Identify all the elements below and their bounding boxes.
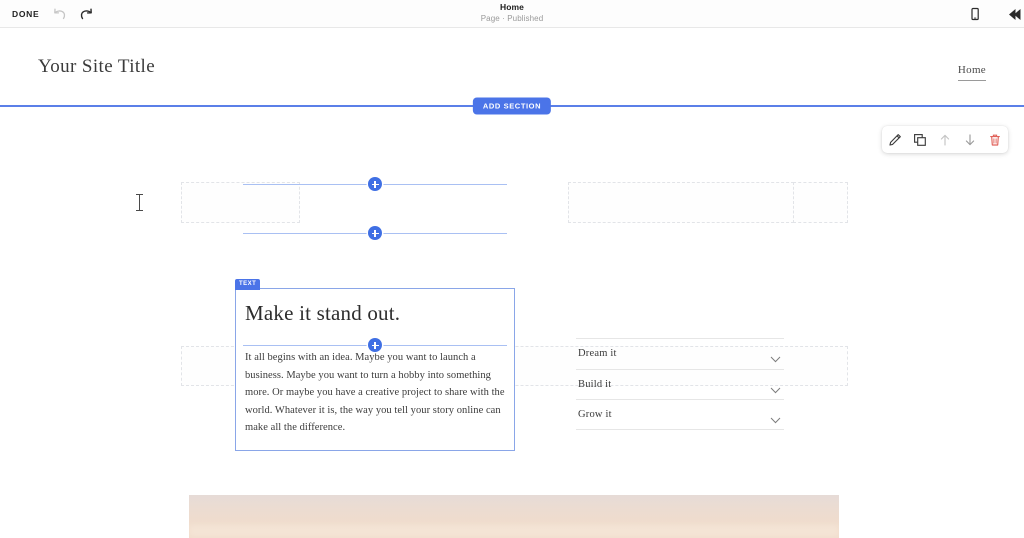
mobile-device-icon[interactable] xyxy=(968,7,982,22)
selected-text-block[interactable]: TEXT Make it stand out. It all begins wi… xyxy=(235,279,515,451)
empty-block-left[interactable] xyxy=(181,182,300,223)
block-toolbar xyxy=(882,126,1008,153)
hero-image[interactable] xyxy=(189,495,839,538)
edit-pencil-icon[interactable] xyxy=(887,132,903,148)
undo-arrow-icon[interactable] xyxy=(52,6,70,22)
nav-link-home[interactable]: Home xyxy=(957,64,987,81)
accordion-item-label: Build it xyxy=(578,378,612,390)
redo-arrow-icon[interactable] xyxy=(76,6,94,22)
cloud-band-upper xyxy=(189,525,839,537)
insert-below-handle[interactable] xyxy=(368,338,382,352)
site-header: Your Site Title Home xyxy=(0,28,1024,105)
block-body-text[interactable]: It all begins with an idea. Maybe you wa… xyxy=(245,349,507,437)
add-section-button[interactable]: ADD SECTION xyxy=(472,97,552,115)
accordion-item-dream-it[interactable]: Dream it xyxy=(576,338,784,369)
block-type-badge[interactable]: TEXT xyxy=(235,279,261,290)
page-status-group: Home Page · Published xyxy=(0,2,1024,24)
move-up-icon[interactable] xyxy=(937,132,953,148)
move-down-icon[interactable] xyxy=(962,132,978,148)
panel-toggle-icon[interactable] xyxy=(1006,7,1022,22)
accordion-item-build-it[interactable]: Build it xyxy=(576,368,784,400)
insert-above-handle[interactable] xyxy=(368,177,382,191)
block-headline[interactable]: Make it stand out. xyxy=(245,301,507,326)
chevron-down-icon xyxy=(770,350,781,363)
chevron-down-icon xyxy=(770,411,781,424)
duplicate-icon[interactable] xyxy=(912,132,928,148)
editor-root: DONE Home Page · Published Your Site Tit… xyxy=(0,0,1024,538)
editor-top-bar: DONE Home Page · Published xyxy=(0,0,1024,28)
page-status-text: Page · Published xyxy=(480,14,544,23)
accordion-item-label: Grow it xyxy=(578,409,612,420)
site-title[interactable]: Your Site Title xyxy=(38,56,155,78)
text-cursor-caret xyxy=(136,194,143,211)
insert-middle-handle[interactable] xyxy=(368,226,382,240)
page-title: Home xyxy=(499,2,525,12)
accordion-item-label: Dream it xyxy=(578,348,617,359)
page-canvas: Dream it Build it Grow it TEXT Make it s… xyxy=(0,106,1024,538)
delete-trash-icon[interactable] xyxy=(987,132,1003,148)
chevron-down-icon xyxy=(770,381,781,393)
done-button[interactable]: DONE xyxy=(8,0,43,28)
accordion-list: Dream it Build it Grow it xyxy=(576,338,784,430)
empty-block-center[interactable] xyxy=(568,182,794,223)
done-button-label: DONE xyxy=(12,9,40,19)
accordion-item-grow-it[interactable]: Grow it xyxy=(576,399,784,430)
empty-block-right[interactable] xyxy=(793,182,848,223)
